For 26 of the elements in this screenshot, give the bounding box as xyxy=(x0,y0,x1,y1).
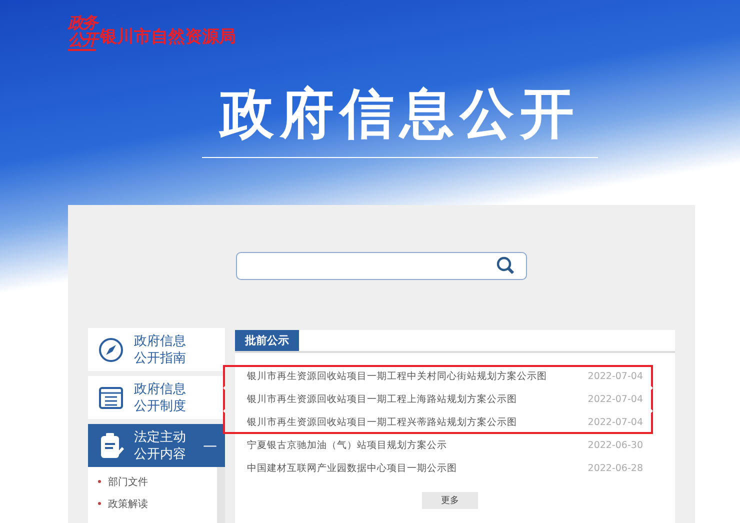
org-name: 银川市自然资源局 xyxy=(100,26,236,48)
clipboard-edit-icon xyxy=(98,432,124,460)
more-button[interactable]: 更多 xyxy=(422,492,478,509)
section-tab[interactable]: 批前公示 xyxy=(235,330,299,351)
notice-date: 2022-07-04 xyxy=(588,371,643,382)
submenu-item[interactable]: 部门文件 xyxy=(98,475,148,489)
search-field[interactable] xyxy=(236,252,527,280)
notice-link[interactable]: 中国建材互联网产业园数据中心项目一期公示图 xyxy=(247,462,457,475)
sidebar-item[interactable]: 政府信息 公开指南 xyxy=(88,328,225,371)
notice-link[interactable]: 宁夏银古京驰加油（气）站项目规划方案公示 xyxy=(247,439,447,452)
page-title: 政府信息公开 xyxy=(220,83,580,145)
logo: 政务 公开 xyxy=(68,14,96,51)
notice-link[interactable]: 银川市再生资源回收站项目一期工程中关村同心街站规划方案公示图 xyxy=(247,370,547,383)
sidebar-item[interactable]: 政府信息 公开制度 xyxy=(88,376,225,419)
search-icon[interactable] xyxy=(496,256,516,276)
list-icon xyxy=(98,384,124,410)
scrollbar[interactable] xyxy=(217,467,225,523)
compass-icon xyxy=(98,336,124,362)
notice-date: 2022-06-28 xyxy=(588,463,643,474)
notice-date: 2022-07-04 xyxy=(588,417,643,428)
sidebar-item[interactable]: 法定主动 公开内容 — xyxy=(88,424,225,467)
notice-link[interactable]: 银川市再生资源回收站项目一期工程上海路站规划方案公示图 xyxy=(247,393,517,406)
notice-date: 2022-07-04 xyxy=(588,394,643,405)
notice-link[interactable]: 银川市再生资源回收站项目一期工程兴蒂路站规划方案公示图 xyxy=(247,416,517,429)
submenu-item[interactable]: 政策解读 xyxy=(98,497,148,511)
notice-date: 2022-06-30 xyxy=(588,440,643,451)
